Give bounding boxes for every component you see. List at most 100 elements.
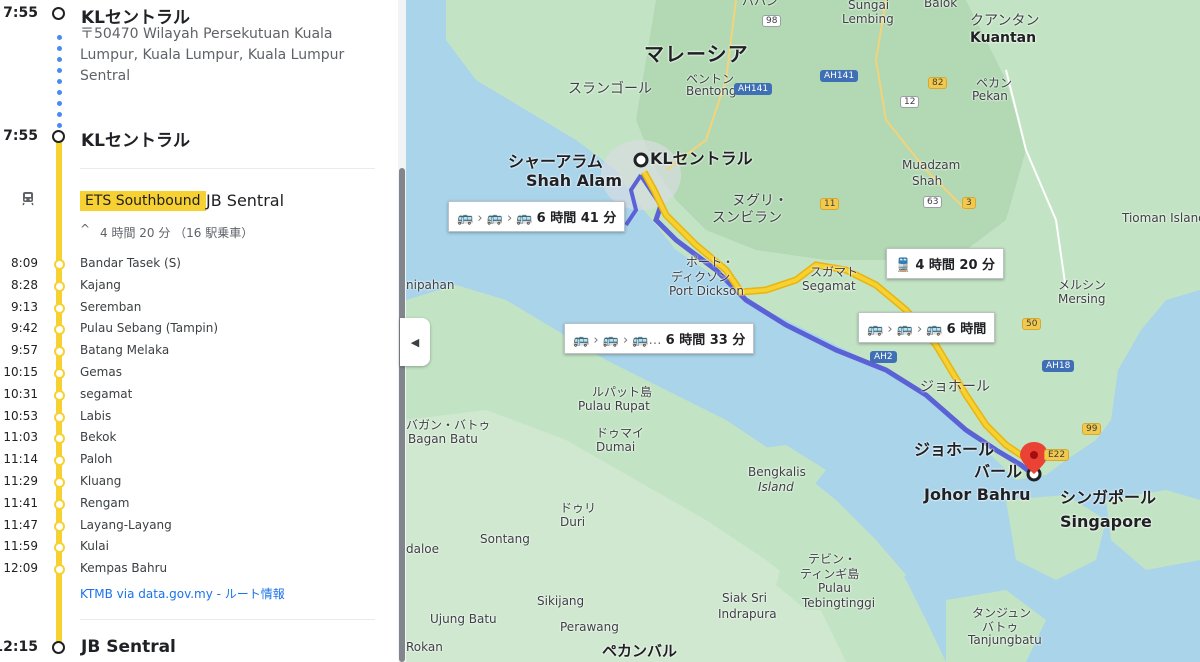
- stop-time: 11:41: [3, 495, 38, 510]
- stop-time: 11:03: [3, 430, 38, 445]
- stop-node: [54, 389, 65, 401]
- start-address: 〒50470 Wilayah Persekutuan Kuala Lumpur,…: [80, 26, 345, 84]
- label-perawang: Perawang: [560, 620, 619, 634]
- label-tioman: Tioman Island: [1122, 211, 1200, 225]
- label-pekan: Pekan: [972, 89, 1008, 103]
- walk-dot: [57, 90, 62, 95]
- walk-dot: [57, 35, 62, 40]
- directions-panel: 7:55 KLセントラル 〒50470 Wilayah Persekutuan …: [0, 0, 398, 662]
- board-node: [52, 130, 65, 143]
- label-mersing-jp: メルシン: [1058, 278, 1107, 292]
- arrive-station-name[interactable]: JB Sentral: [81, 637, 176, 657]
- highway-shield: 50: [1022, 318, 1042, 330]
- label-lembing: Lembing: [842, 12, 894, 26]
- label-pekanbaru-jp: ペカンバル: [602, 642, 678, 660]
- stop-time: 11:59: [3, 539, 38, 554]
- stop-node: [54, 259, 65, 270]
- stop-node: [54, 280, 65, 292]
- start-node: [52, 7, 65, 20]
- stop-time: 9:57: [11, 343, 38, 358]
- label-rupat: Pulau Rupat: [578, 399, 650, 413]
- label-negeri-jp2: スンビラン: [712, 210, 782, 226]
- highway-shield: 82: [928, 77, 948, 89]
- label-johor-bahru-jp2: バール: [974, 462, 1023, 481]
- stop-node: [54, 368, 65, 379]
- label-shah: Shah: [912, 174, 943, 188]
- stop-node: [54, 411, 65, 423]
- stop-node: [54, 346, 65, 358]
- label-sungai: Sungai: [848, 0, 890, 12]
- stop-time: 10:15: [3, 365, 38, 379]
- stop-time: 10:31: [3, 386, 38, 401]
- label-johor-bahru: Johor Bahru: [924, 485, 1031, 504]
- stop-node: [54, 302, 65, 314]
- highway-shield: 12: [900, 96, 920, 108]
- train-icon: [20, 190, 36, 206]
- stop-node: [54, 477, 65, 488]
- stop-time: 9:42: [11, 321, 38, 336]
- label-ujung: Ujung Batu: [430, 612, 497, 626]
- route-option-3[interactable]: 🚌 › 🚌 › 🚌… 6 時間 33 分: [564, 323, 755, 354]
- label-shah-alam-jp: シャーアラム: [508, 152, 603, 171]
- label-siak-jp: Siak Sri: [722, 591, 767, 605]
- bus-icon: 🚌 › 🚌 › 🚌: [457, 211, 537, 226]
- stop-name: Batang Melaka: [80, 343, 170, 358]
- route-option-duration: 6 時間 41 分: [536, 211, 617, 226]
- label-duri-jp: ドゥリ: [560, 501, 597, 515]
- highway-shield: AH141: [820, 70, 859, 82]
- route-option-4[interactable]: 🚌 › 🚌 › 🚌 6 時間: [858, 312, 996, 343]
- route-option-2[interactable]: 🚆 4 時間 20 分: [886, 248, 1005, 279]
- route-option-duration: 6 時間 33 分: [665, 333, 746, 348]
- stop-time: 11:29: [3, 474, 38, 488]
- label-bagan: Bagan Batu: [408, 432, 478, 446]
- stop-name: Bekok: [80, 430, 117, 445]
- route-option-duration: 4 時間 20 分: [915, 258, 996, 273]
- stop-name: Kulai: [80, 539, 109, 554]
- scrollbar-thumb[interactable]: [399, 168, 405, 662]
- stop-node: [54, 498, 65, 510]
- route-option-1[interactable]: 🚌 › 🚌 › 🚌 6 時間 41 分: [448, 201, 626, 232]
- label-kl-marker[interactable]: KLセントラル: [650, 149, 753, 168]
- stop-node: [54, 564, 65, 576]
- board-station-name[interactable]: KLセントラル: [81, 126, 190, 151]
- stop-name: Kluang: [80, 474, 122, 488]
- stop-name: Kajang: [80, 277, 121, 292]
- stop-name: segamat: [80, 386, 133, 401]
- stop-name: Bandar Tasek (S): [80, 256, 181, 270]
- stop-node: [54, 433, 65, 445]
- data-source-link[interactable]: KTMB via data.gov.my - ルート情報: [80, 585, 285, 602]
- label-nipahan: nipahan: [406, 278, 455, 292]
- label-johor: ジョホール: [920, 379, 990, 395]
- label-port-dickson-jp2: ディクソン: [671, 270, 731, 284]
- stop-time: 8:28: [11, 277, 38, 292]
- stop-time: 12:09: [3, 561, 38, 576]
- collapse-panel-button[interactable]: ◀: [400, 318, 430, 366]
- walk-dot: [57, 46, 62, 51]
- highway-shield: 11: [820, 198, 840, 210]
- label-segamat: Segamat: [802, 279, 856, 293]
- label-kuantan: Kuantan: [970, 30, 1037, 46]
- divider: [80, 168, 375, 169]
- map-view[interactable]: マレーシア スランゴール ベントン Bentong シャーアラム Shah Al…: [406, 0, 1200, 662]
- highway-shield: E22: [1044, 449, 1070, 461]
- label-tanjung: Tanjungbatu: [968, 633, 1042, 647]
- highway-shield: AH18: [1042, 360, 1075, 372]
- label-duri: Duri: [560, 515, 586, 529]
- board-time: 7:55: [3, 128, 38, 144]
- stop-name: Paloh: [80, 452, 113, 467]
- stop-name: Labis: [80, 408, 112, 423]
- label-balok: Balok: [924, 0, 958, 10]
- route-option-duration: 6 時間: [946, 322, 987, 337]
- label-island: Island: [758, 480, 794, 494]
- stop-time: 10:53: [3, 408, 38, 423]
- label-bagan-jp: バガン・バトゥ: [406, 418, 491, 432]
- label-kuantan-jp: クアンタン: [970, 13, 1040, 29]
- label-tebing: Pulau: [818, 581, 851, 595]
- start-time: 7:55: [3, 5, 38, 21]
- stop-name: Seremban: [80, 299, 142, 314]
- stop-time: 11:47: [3, 517, 38, 532]
- train-duration: 4 時間 20 分 （16 駅乗車）: [100, 226, 254, 240]
- label-dumai: Dumai: [596, 440, 636, 454]
- label-tebing-jp2: ティンギ島: [800, 567, 860, 581]
- walk-dot: [57, 57, 62, 62]
